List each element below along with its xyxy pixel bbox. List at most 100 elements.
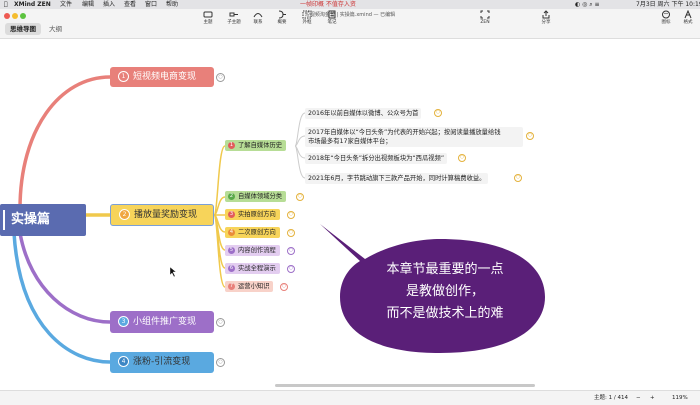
note-button-label: 笔记: [327, 20, 337, 25]
branch-widget-promotion[interactable]: 3 小组件推广变现: [110, 311, 214, 333]
zen-button[interactable]: ZEN: [473, 10, 497, 36]
subtopic-full-demo[interactable]: 6 实战全程演示: [225, 263, 280, 274]
format-panel-label: 格式: [683, 20, 693, 25]
format-panel-icon: [684, 10, 692, 19]
branch-label: 短视频电商变现: [133, 72, 197, 82]
subtopic-secondary-original[interactable]: 4 二次原创方向: [225, 227, 280, 238]
branch-play-reward[interactable]: 2 播放量奖励变现: [110, 204, 214, 226]
collapse-toggle[interactable]: ○: [526, 132, 534, 140]
zen-button-label: ZEN: [480, 20, 490, 25]
mindmap-canvas[interactable]: 实操篇 1 短视频电商变现 ○ 2 播放量奖励变现 3 小组件推广变现 ○ 4 涨粉-引…: [0, 39, 700, 390]
connector-lines: [12, 75, 545, 364]
subtopic-content-process[interactable]: 5 内容创作流程: [225, 245, 280, 256]
subtopic-button[interactable]: 子主题: [222, 10, 246, 36]
menu-bar:  XMind ZEN 文件 编辑 插入 查看 窗口 帮助 一帧印概 不值存入资…: [0, 0, 700, 9]
history-note-line: 2017年自媒体以“今日头条”为代表的开始兴起；按阅读量播放量给钱: [308, 129, 501, 136]
zoom-in-icon[interactable]: +: [650, 391, 655, 405]
branch-label: 播放量奖励变现: [134, 210, 198, 220]
format-panel-button[interactable]: 格式: [676, 10, 700, 36]
subtopic-label: 自媒体领域分类: [238, 193, 283, 200]
collapse-toggle[interactable]: ○: [287, 247, 295, 255]
share-button[interactable]: 分享: [534, 10, 558, 36]
subtopic-media-history[interactable]: 1 了解自媒体历史: [225, 140, 287, 151]
collapse-toggle[interactable]: ○: [434, 109, 442, 117]
collapse-toggle[interactable]: ○: [216, 73, 225, 82]
subtopic-number: 5: [228, 246, 235, 254]
branch-label: 小组件推广变现: [133, 317, 197, 327]
status-icons: ◐ ◎ ⌕ ≡: [575, 1, 600, 8]
branch-label: 涨粉-引流变现: [133, 357, 191, 367]
collapse-toggle[interactable]: ○: [296, 193, 304, 201]
collapse-toggle[interactable]: ○: [287, 229, 295, 237]
subtopic-icon: [229, 12, 238, 17]
branch-fans-traffic[interactable]: 4 涨粉-引流变现: [110, 352, 214, 373]
boundary-icon: [302, 10, 312, 19]
menu-view[interactable]: 查看: [124, 0, 136, 9]
branch-number-badge: 3: [118, 316, 129, 327]
collapse-toggle[interactable]: ○: [287, 265, 295, 273]
subtopic-number: 7: [228, 282, 235, 290]
document-title: 短视频淘金营 | 实操篇.xmind — 已编辑: [304, 12, 396, 18]
menubar-clock: 7月3日 周六 下午 10:19: [636, 1, 700, 8]
share-icon: [542, 10, 550, 19]
menu-window[interactable]: 窗口: [145, 0, 157, 9]
collapse-toggle[interactable]: ○: [514, 174, 522, 182]
note-button[interactable]: 笔记: [320, 10, 344, 36]
icons-panel-icon: [662, 10, 670, 19]
callout-bubble-text: 本章节最重要的一点 是教做创作， 而不是做技术上的难: [350, 259, 540, 325]
collapse-toggle[interactable]: ○: [458, 154, 466, 162]
app-menu[interactable]: XMind ZEN: [14, 0, 51, 9]
subtopic-label: 内容创作流程: [238, 247, 276, 254]
summary-button-label: 概要: [277, 20, 287, 25]
tab-outline[interactable]: 大纲: [44, 23, 67, 35]
topic-button-label: 主题: [203, 20, 213, 25]
history-note-line: 市场最多有17家自媒体平台；: [308, 138, 392, 145]
subtopic-ops-tips[interactable]: 7 运营小知识: [225, 281, 274, 292]
subtopic-number: 6: [228, 264, 235, 272]
menu-edit[interactable]: 编辑: [82, 0, 94, 9]
apple-icon[interactable]: : [4, 0, 8, 9]
subtopic-number: 3: [228, 210, 235, 218]
subtopic-number: 2: [228, 192, 235, 200]
topic-count: 主题: 1 / 414: [594, 395, 628, 401]
callout-line: 是教做创作，: [405, 284, 484, 299]
collapse-toggle[interactable]: ○: [216, 358, 225, 367]
subtopic-media-categories[interactable]: 2 自媒体领域分类: [225, 191, 287, 202]
subtopic-button-label: 子主题: [227, 20, 241, 25]
menu-help[interactable]: 帮助: [166, 0, 178, 9]
subtopic-number: 1: [228, 141, 235, 149]
summary-button[interactable]: 概要: [270, 10, 294, 36]
callout-line: 本章节最重要的一点: [386, 262, 504, 277]
collapse-toggle[interactable]: ○: [280, 283, 288, 291]
share-button-label: 分享: [541, 20, 551, 25]
branch-short-video-ecommerce[interactable]: 1 短视频电商变现: [110, 67, 214, 87]
menu-insert[interactable]: 插入: [103, 0, 115, 9]
subtopic-label: 运营小知识: [238, 283, 270, 290]
collapse-toggle[interactable]: ○: [216, 318, 225, 327]
history-note[interactable]: 2018年“今日头条”拆分出视频板块为“西瓜视频”: [305, 153, 448, 164]
zoom-level[interactable]: 119%: [672, 391, 688, 405]
icons-panel-button[interactable]: 图标: [654, 10, 678, 36]
status-bar: 主题: 1 / 414 − + 119%: [0, 390, 700, 405]
horizontal-scrollbar[interactable]: [275, 384, 535, 387]
menu-file[interactable]: 文件: [60, 0, 72, 9]
topic-button[interactable]: 主题: [196, 10, 220, 36]
collapse-toggle[interactable]: ○: [287, 211, 295, 219]
note-icon: [328, 10, 336, 19]
root-topic[interactable]: 实操篇: [0, 204, 86, 236]
history-note[interactable]: 2021年6月，字节跳动旗下三款产品开始，同时计算稿费收益。: [305, 173, 489, 184]
relationship-button[interactable]: 联系: [246, 10, 270, 36]
subtopic-label: 了解自媒体历史: [238, 142, 283, 149]
tab-mindmap[interactable]: 思维导图: [5, 23, 41, 35]
boundary-button[interactable]: 外框: [295, 10, 319, 36]
topic-icon: [203, 11, 213, 18]
menubar-notice: 一帧印概 不值存入资: [300, 1, 356, 8]
zoom-out-icon[interactable]: −: [636, 391, 641, 405]
fullscreen-icon: [480, 10, 490, 19]
subtopic-live-original[interactable]: 3 实拍原创方向: [225, 209, 280, 220]
history-note[interactable]: 2016年以前自媒体以微博、公众号为首: [305, 108, 422, 119]
callout-line: 而不是做技术上的难: [386, 306, 504, 321]
subtopic-label: 实拍原创方向: [238, 211, 276, 218]
relationship-icon: [253, 13, 263, 18]
history-note-2017[interactable]: 2017年自媒体以“今日头条”为代表的开始兴起；按阅读量播放量给钱 市场最多有1…: [305, 127, 523, 147]
